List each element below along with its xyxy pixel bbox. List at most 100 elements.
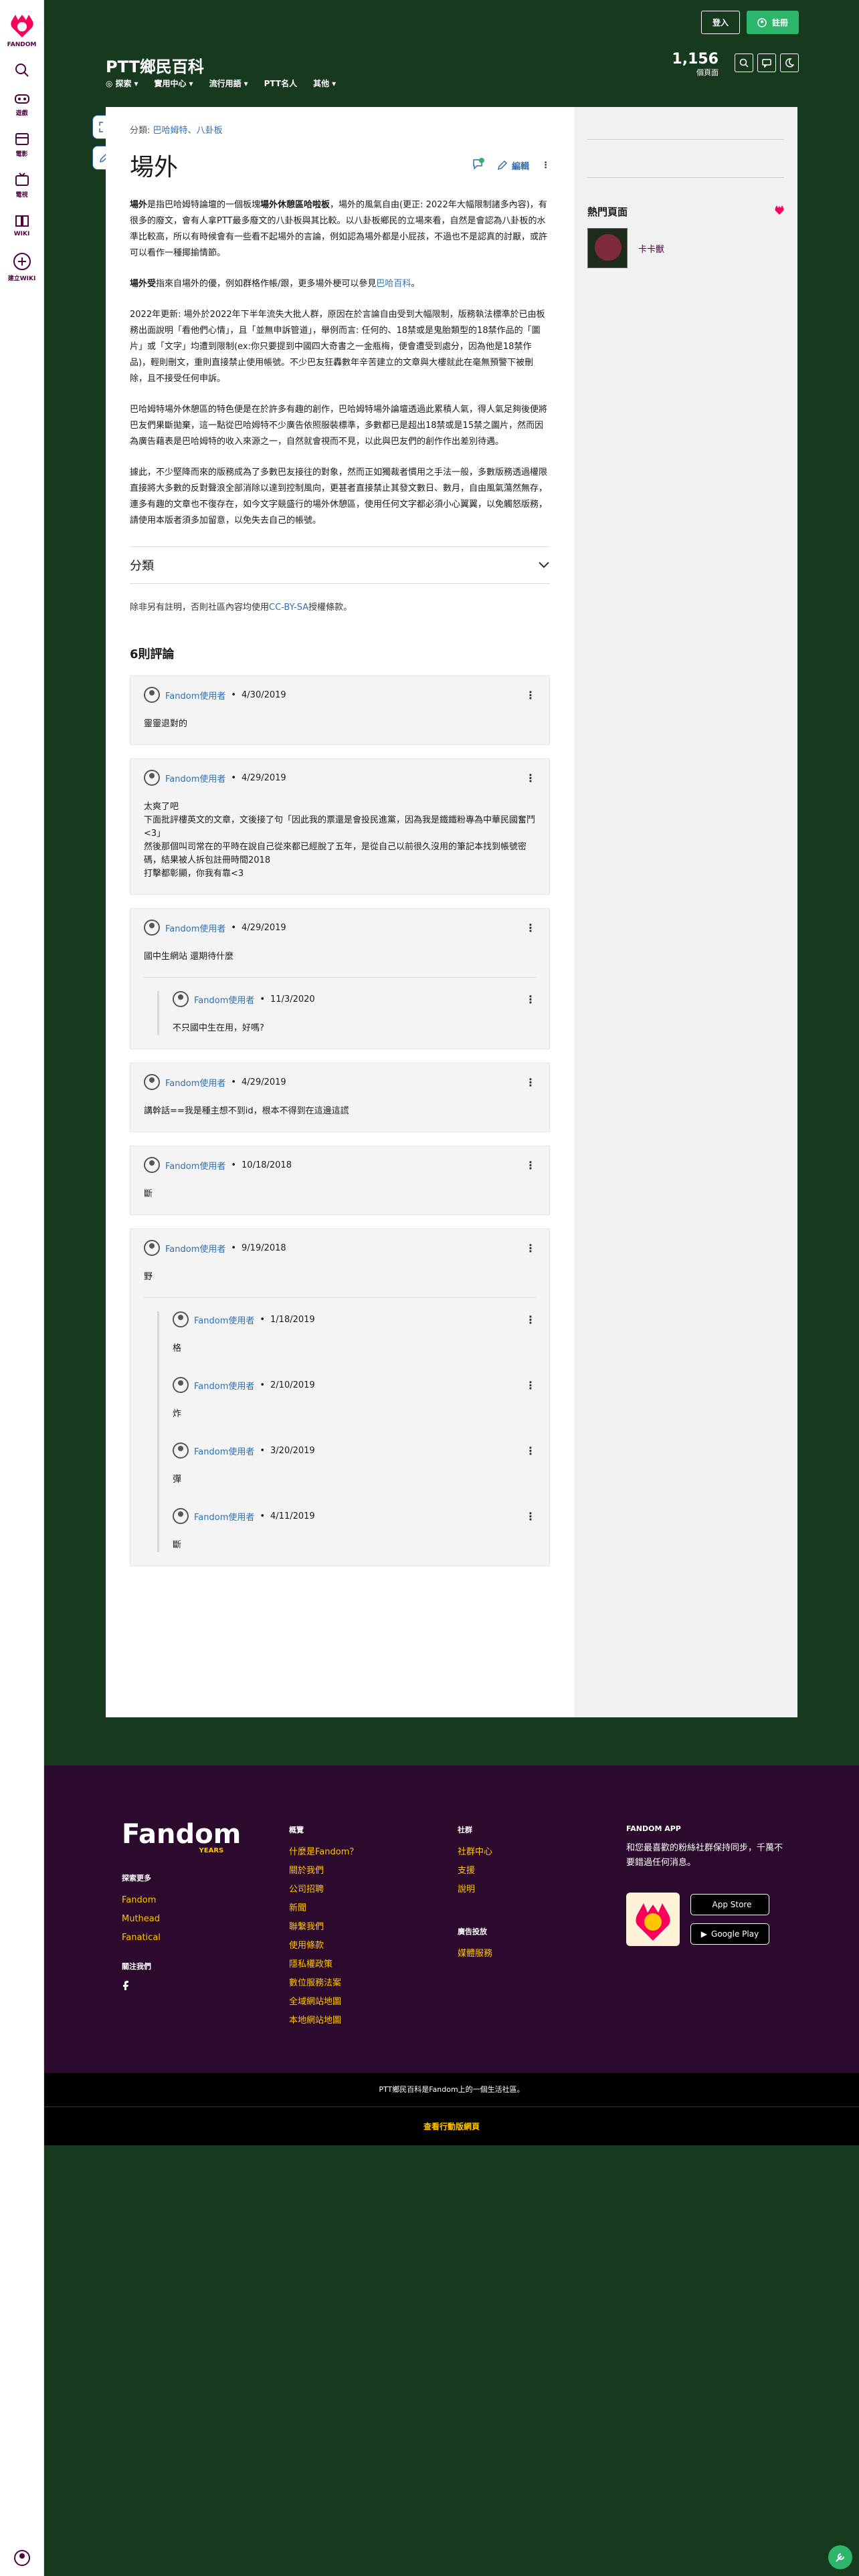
license-link[interactable]: CC-BY-SA: [269, 603, 308, 613]
more-icon[interactable]: ⋮: [525, 1076, 536, 1089]
breadcrumb-link-bahamut[interactable]: 巴哈姆特: [153, 126, 188, 136]
nav-other-label: 其他: [313, 79, 330, 88]
discuss-button[interactable]: [757, 53, 776, 72]
more-icon[interactable]: ⋮: [525, 689, 536, 702]
more-icon[interactable]: ⋮: [525, 1242, 536, 1255]
rail-wiki[interactable]: WIKI: [0, 213, 43, 237]
wiki-title[interactable]: PTT鄉民百科: [106, 53, 204, 77]
nav-celebs[interactable]: PTT名人: [264, 78, 297, 89]
rail-movies[interactable]: 電影: [0, 132, 43, 158]
app-icon[interactable]: [626, 1893, 680, 1946]
footer-link[interactable]: 聯繫我們: [289, 1918, 358, 1937]
footer-link[interactable]: Fandom: [122, 1891, 161, 1910]
footer-link[interactable]: 數位服務法案: [289, 1974, 358, 1993]
comment-author[interactable]: Fandom使用者: [165, 1242, 225, 1255]
login-button[interactable]: 登入: [700, 11, 740, 34]
mobile-view-link[interactable]: 查看行動版網頁: [44, 2107, 859, 2145]
reply-author[interactable]: Fandom使用者: [194, 1510, 254, 1523]
footer-link[interactable]: 使用條款: [289, 1937, 358, 1955]
comment-dot: •: [231, 689, 237, 700]
comment-text: 國中生網站 還期待什麼: [144, 952, 234, 962]
edit-label: 編輯: [511, 161, 529, 172]
rail-create-wiki[interactable]: 建立WIKI: [0, 252, 43, 282]
popular-page-item[interactable]: 卡卡獸: [587, 228, 784, 268]
nav-explore[interactable]: ◎ 探索 ▾: [106, 78, 138, 89]
comment-author[interactable]: Fandom使用者: [165, 922, 225, 934]
categories-toggle[interactable]: 分類: [130, 546, 550, 584]
footer-link[interactable]: 本地網站地圖: [289, 2012, 358, 2030]
fandom-heart-icon: [10, 15, 33, 37]
avatar: [173, 1442, 189, 1459]
nav-other[interactable]: 其他 ▾: [313, 78, 336, 89]
more-icon[interactable]: ⋮: [525, 1444, 536, 1457]
more-icon[interactable]: ⋮: [525, 772, 536, 784]
more-icon[interactable]: ⋮: [525, 1313, 536, 1326]
more-icon[interactable]: ⋮: [525, 922, 536, 934]
footer-link[interactable]: 什麼是Fandom？: [289, 1843, 358, 1862]
comments-action[interactable]: [472, 158, 485, 173]
footer-link[interactable]: 新聞: [289, 1899, 358, 1918]
rail-tv-label: 電視: [15, 192, 28, 199]
reply-author[interactable]: Fandom使用者: [194, 993, 254, 1006]
avatar: [144, 1240, 160, 1256]
theme-toggle-button[interactable]: [780, 53, 799, 72]
comment-thread: Fandom使用者 • 10/18/2018 ⋮ 斷: [130, 1146, 550, 1215]
rail-tv[interactable]: 電視: [0, 173, 43, 199]
more-icon[interactable]: ⋮: [525, 1379, 536, 1392]
reply-author[interactable]: Fandom使用者: [194, 1379, 254, 1392]
global-footer: Fandom YEARS 探索更多 Fandom Muthead Fanatic…: [44, 1765, 859, 2073]
footer-link[interactable]: 支援: [458, 1862, 492, 1881]
text: 。: [411, 279, 420, 289]
footer-link[interactable]: Muthead: [122, 1910, 161, 1929]
register-button[interactable]: 註冊: [746, 11, 799, 34]
footer-link[interactable]: 說明: [458, 1881, 492, 1899]
footer-link[interactable]: 公司招聘: [289, 1881, 358, 1899]
tools-fab[interactable]: [828, 2545, 852, 2569]
footer-link[interactable]: 媒體服務: [458, 1945, 492, 1963]
comment-dot: •: [260, 1445, 266, 1456]
page-count-label: 個頁面: [696, 68, 719, 77]
license-pre: 除非另有註明，否則社區內容均使用: [130, 603, 270, 613]
reply-author[interactable]: Fandom使用者: [194, 1313, 254, 1326]
search-button[interactable]: [735, 53, 753, 72]
footer-link[interactable]: 全域網站地圖: [289, 1993, 358, 2012]
popular-page-link[interactable]: 卡卡獸: [638, 242, 664, 255]
nav-hub[interactable]: 實用中心 ▾: [155, 78, 193, 89]
footer-link[interactable]: 隱私權政策: [289, 1955, 358, 1974]
bahapedia-link[interactable]: 巴哈百科: [376, 279, 411, 289]
app-store-button[interactable]: App Store: [690, 1894, 769, 1915]
comment-text: 斷: [144, 1189, 153, 1199]
more-actions-icon[interactable]: ⋮: [541, 160, 550, 171]
film-icon: [15, 133, 29, 145]
footer-link[interactable]: 社群中心: [458, 1843, 492, 1862]
reply-author[interactable]: Fandom使用者: [194, 1444, 254, 1457]
footer-ads-title: 廣告投放: [458, 1927, 487, 1936]
divider: [587, 177, 784, 178]
footer-link[interactable]: Fanatical: [122, 1929, 161, 1947]
facebook-icon[interactable]: [122, 1979, 130, 1990]
rail-games[interactable]: 遊戲: [0, 92, 43, 117]
footer-logo[interactable]: Fandom YEARS: [122, 1819, 241, 1854]
comment-date: 9/19/2018: [242, 1243, 286, 1253]
comment-dot: •: [231, 1160, 237, 1170]
rail-search[interactable]: [0, 63, 43, 78]
nav-slang[interactable]: 流行用語 ▾: [209, 78, 248, 89]
footer-link[interactable]: 關於我們: [289, 1862, 358, 1881]
more-icon[interactable]: ⋮: [525, 993, 536, 1006]
fandom-logo[interactable]: FANDOM: [0, 12, 43, 48]
more-icon[interactable]: ⋮: [525, 1510, 536, 1523]
breadcrumb-link-gossip[interactable]: 八卦板: [197, 126, 223, 136]
comment-author[interactable]: Fandom使用者: [165, 772, 225, 784]
header-tools: [735, 53, 799, 72]
reply: Fandom使用者 • 1/18/2019 ⋮ 格 Fandom使用者 • 2/10/20…: [157, 1311, 536, 1552]
plus-circle-icon: [13, 253, 31, 270]
fandom-heart-icon: [775, 205, 784, 215]
comment-author[interactable]: Fandom使用者: [165, 1076, 225, 1089]
comment-author[interactable]: Fandom使用者: [165, 1159, 225, 1172]
comment-author[interactable]: Fandom使用者: [165, 689, 225, 702]
google-play-button[interactable]: ▶ Google Play: [690, 1923, 769, 1945]
more-icon[interactable]: ⋮: [525, 1159, 536, 1172]
comment-dot: •: [231, 772, 237, 783]
edit-button[interactable]: 編輯: [497, 159, 529, 172]
rail-user[interactable]: [13, 2549, 31, 2567]
